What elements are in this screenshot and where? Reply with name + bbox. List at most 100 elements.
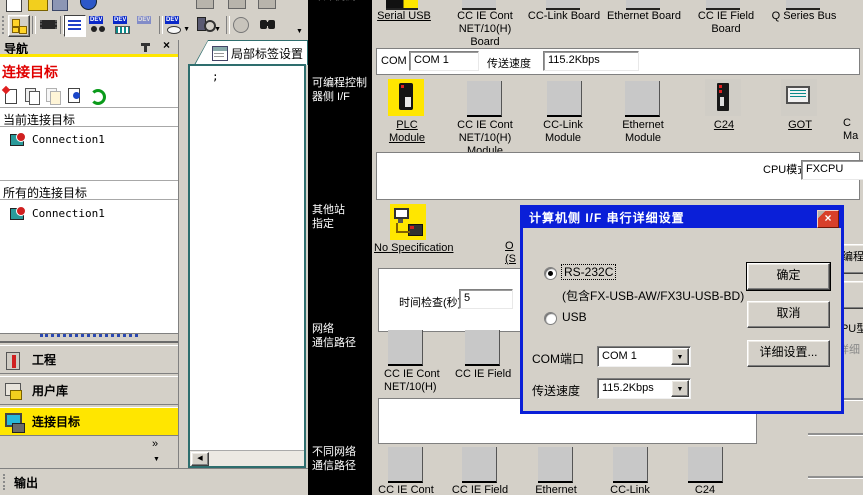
serial-detail-dialog: 计算机侧 I/F 串行详细设置 RS-232C (包含FX-USB-AW/FX3… — [520, 205, 844, 414]
cc-ie-field-board-icon[interactable] — [706, 0, 740, 10]
editor-content[interactable]: ; — [212, 70, 219, 83]
transfer-setup-section-strip: 计算机侧 I/F 可编程控制 器侧 I/F 其他站 指定 网络 通信路径 不同网… — [308, 0, 372, 495]
device-table-icon[interactable]: DEV — [112, 15, 132, 35]
no-specification-icon[interactable] — [390, 204, 426, 240]
usb-radio-label[interactable]: USB — [562, 310, 587, 324]
diff-cc-link-icon[interactable] — [613, 447, 648, 483]
no-specification-label[interactable]: No Specification — [374, 242, 484, 255]
toolbar-row1-icon[interactable] — [258, 0, 276, 9]
baud-combobox[interactable]: 115.2Kbps — [597, 378, 691, 399]
close-icon[interactable] — [163, 38, 170, 52]
diff-ethernet-label[interactable]: Ethernet — [526, 484, 586, 495]
toolbar-row1-icon[interactable] — [228, 0, 246, 9]
ethernet-board-label[interactable]: Ethernet Board — [606, 10, 682, 23]
combo-arrow-icon[interactable] — [671, 348, 689, 365]
q-series-bus-label[interactable]: Q Series Bus — [766, 10, 842, 23]
net-cc-ie-field-icon[interactable] — [465, 330, 500, 366]
combo-arrow-icon[interactable] — [671, 380, 689, 397]
device-search-icon[interactable] — [195, 15, 221, 35]
dialog-title-bar[interactable]: 计算机侧 I/F 串行详细设置 — [523, 208, 841, 228]
device-watch-icon[interactable]: DEV — [164, 15, 190, 35]
plc-item-partial-label[interactable]: C Ma — [843, 117, 863, 143]
net-cc-ie-cont-icon[interactable] — [388, 330, 423, 366]
module-config-icon[interactable] — [37, 15, 57, 35]
diff-cc-ie-field-icon[interactable] — [462, 447, 497, 483]
chevron-more-icon[interactable] — [152, 438, 158, 450]
plc-module-label[interactable]: PLC Module — [378, 119, 436, 145]
diff-cc-ie-cont-icon[interactable] — [388, 447, 423, 483]
tab-local-label-setting[interactable]: 局部标签设置 — [194, 40, 308, 65]
plc-module-icon[interactable] — [388, 79, 424, 116]
ethernet-board-icon[interactable] — [626, 0, 660, 10]
horizontal-scrollbar[interactable] — [190, 450, 304, 466]
cc-ie-cont-module-icon[interactable] — [467, 81, 502, 117]
net-cc-ie-cont-label[interactable]: CC IE Cont NET/10(H) — [384, 368, 462, 394]
help-circle-icon[interactable] — [231, 15, 251, 35]
cc-link-board-label[interactable]: CC-Link Board — [526, 10, 602, 23]
com-port-combobox[interactable]: COM 1 — [597, 346, 691, 367]
toolbar-overflow-icon[interactable] — [296, 24, 303, 36]
usb-radio[interactable] — [544, 312, 557, 325]
copy-icon[interactable] — [24, 87, 40, 103]
nav-button-connection-destination[interactable]: 连接目标 — [0, 407, 178, 436]
cancel-button[interactable]: 取消 — [747, 301, 830, 328]
tree-item-connection1[interactable]: Connection1 — [0, 205, 178, 221]
save-project-icon[interactable] — [52, 0, 68, 11]
chevron-collapse-icon[interactable] — [153, 452, 160, 464]
editor-area[interactable]: ; — [188, 64, 306, 468]
new-connection-icon[interactable] — [3, 87, 19, 103]
toolbar-grip[interactable] — [2, 16, 7, 34]
nav-button-project[interactable]: 工程 — [0, 345, 178, 374]
project-icon — [4, 350, 24, 370]
net-cc-ie-field-label[interactable]: CC IE Field — [455, 368, 529, 381]
c24-icon[interactable] — [705, 79, 741, 116]
tree-view-icon[interactable] — [8, 15, 30, 37]
ok-button[interactable]: 确定 — [747, 263, 830, 290]
diff-ethernet-icon[interactable] — [538, 447, 573, 483]
property-info-icon[interactable] — [66, 87, 82, 103]
open-project-icon[interactable] — [28, 0, 48, 11]
list-view-icon[interactable] — [64, 15, 86, 37]
device-find-icon[interactable]: DEV — [88, 15, 108, 35]
got-icon[interactable] — [781, 79, 817, 116]
panel-splitter-handle[interactable] — [40, 334, 138, 337]
cc-link-module-icon[interactable] — [547, 81, 582, 117]
cc-ie-cont-board-label[interactable]: CC IE Cont NET/10(H) Board — [444, 10, 526, 49]
help-icon[interactable] — [80, 0, 97, 10]
detail-setting-button[interactable]: 详细设置... — [747, 340, 830, 367]
q-series-bus-icon[interactable] — [786, 0, 820, 10]
cc-link-board-icon[interactable] — [546, 0, 580, 10]
toolbar-row1-icon[interactable] — [196, 0, 214, 9]
scroll-left-icon[interactable] — [191, 452, 209, 466]
diff-c24-icon[interactable] — [688, 447, 723, 483]
refresh-icon[interactable] — [88, 87, 104, 103]
ethernet-module-label[interactable]: Ethernet Module — [604, 119, 682, 145]
serial-usb-label[interactable]: Serial USB — [376, 10, 432, 23]
dropdown-arrow-icon[interactable] — [214, 22, 221, 34]
diff-cc-ie-cont-label[interactable]: CC IE Cont — [376, 484, 436, 495]
ethernet-module-icon[interactable] — [625, 81, 660, 117]
diff-cc-link-label[interactable]: CC-Link — [600, 484, 660, 495]
rs232c-radio[interactable] — [544, 267, 557, 280]
cc-ie-cont-board-icon[interactable] — [462, 0, 496, 10]
serial-usb-icon[interactable] — [386, 0, 418, 10]
c24-label[interactable]: C24 — [690, 119, 758, 132]
output-grip[interactable] — [3, 474, 8, 490]
dialog-close-icon[interactable] — [817, 210, 839, 228]
cc-link-module-label[interactable]: CC-Link Module — [524, 119, 602, 145]
dropdown-arrow-icon[interactable] — [183, 22, 190, 34]
time-check-field[interactable]: 5 — [459, 289, 513, 309]
nav-button-user-library[interactable]: 用户库 — [0, 376, 178, 405]
got-label[interactable]: GOT — [766, 119, 834, 132]
output-title: 输出 — [14, 474, 38, 491]
other-station-partial-label[interactable]: O (S — [505, 240, 520, 268]
rs232c-radio-label[interactable]: RS-232C — [562, 265, 615, 279]
tree-item-connection1[interactable]: Connection1 — [0, 131, 178, 147]
diff-c24-label[interactable]: C24 — [675, 484, 735, 495]
binoculars-find-icon[interactable] — [258, 15, 278, 35]
diff-cc-ie-field-label[interactable]: CC IE Field — [450, 484, 510, 495]
new-project-icon[interactable] — [6, 0, 22, 12]
dev-tag: DEV — [165, 16, 179, 24]
cc-ie-field-board-label[interactable]: CC IE Field Board — [684, 10, 768, 36]
tree-item-label: Connection1 — [32, 133, 105, 146]
